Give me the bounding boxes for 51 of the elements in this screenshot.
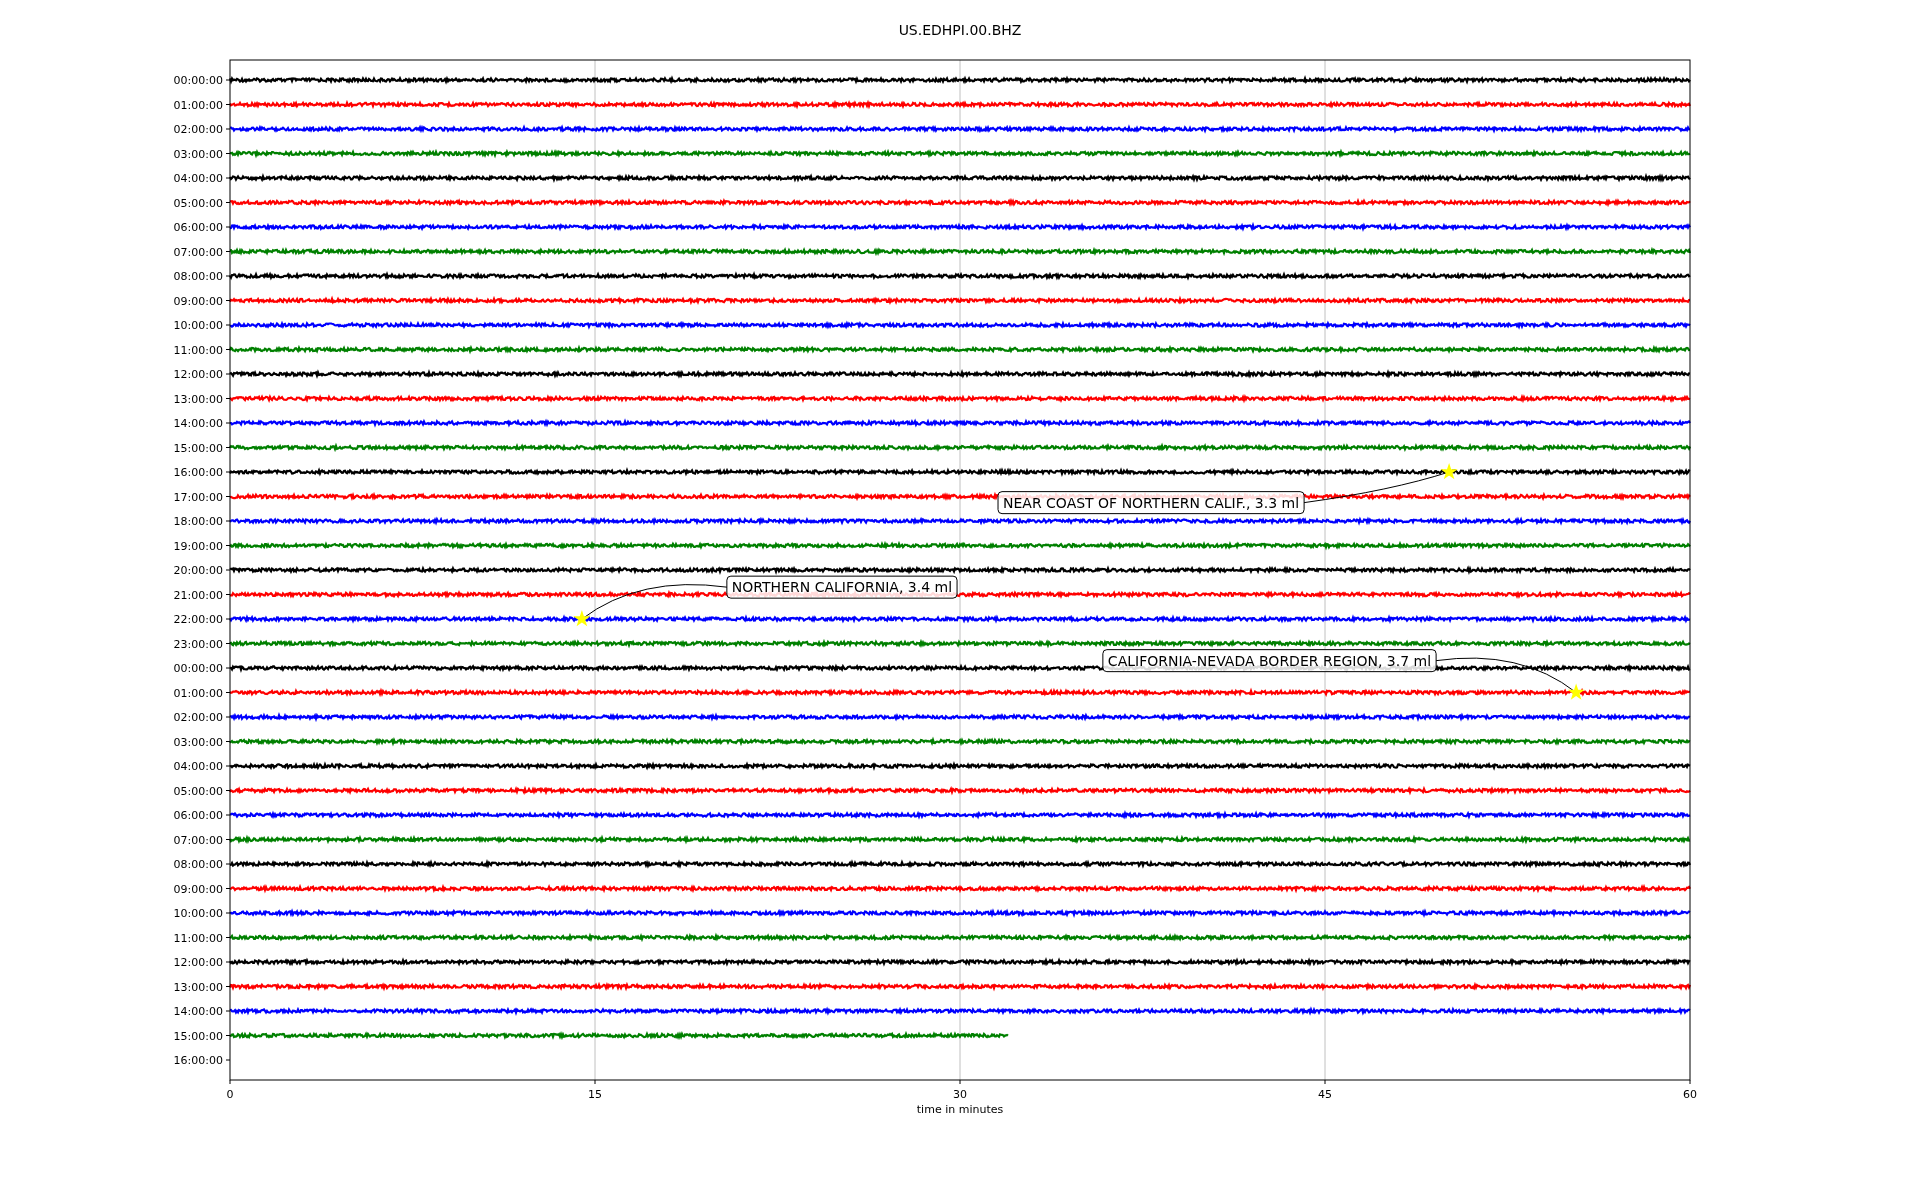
x-tick-label: 60 <box>1683 1088 1697 1101</box>
hour-label: 05:00:00 <box>173 784 223 798</box>
hour-label: 09:00:00 <box>173 294 223 308</box>
event-label: NEAR COAST OF NORTHERN CALIF., 3.3 ml <box>997 491 1305 515</box>
hour-label: 23:00:00 <box>173 637 223 651</box>
hour-label: 02:00:00 <box>173 711 223 724</box>
hour-label: 07:00:00 <box>173 245 223 259</box>
hour-label: 18:00:00 <box>173 515 223 528</box>
hour-label: 01:00:00 <box>173 686 223 700</box>
hour-label: 16:00:00 <box>173 466 223 479</box>
x-tick-label: 45 <box>1318 1088 1332 1101</box>
hour-label: 08:00:00 <box>173 270 223 283</box>
event-label: NORTHERN CALIFORNIA, 3.4 ml <box>726 575 958 599</box>
event-label: CALIFORNIA-NEVADA BORDER REGION, 3.7 ml <box>1102 649 1437 673</box>
hour-label: 16:00:00 <box>173 1054 223 1067</box>
hour-label: 01:00:00 <box>173 98 223 112</box>
hour-label: 11:00:00 <box>173 931 223 945</box>
hour-label: 09:00:00 <box>173 882 223 896</box>
hour-label: 04:00:00 <box>173 760 223 773</box>
hour-label: 03:00:00 <box>173 147 223 161</box>
hour-label: 14:00:00 <box>173 417 223 430</box>
hour-label: 00:00:00 <box>173 74 223 87</box>
hour-label: 10:00:00 <box>173 907 223 920</box>
hour-label: 05:00:00 <box>173 196 223 210</box>
hour-label: 14:00:00 <box>173 1005 223 1018</box>
hour-label: 06:00:00 <box>173 809 223 822</box>
x-tick-label: 15 <box>588 1088 602 1101</box>
x-tick-label: 0 <box>226 1088 234 1101</box>
hour-label: 17:00:00 <box>173 490 223 504</box>
hour-label: 13:00:00 <box>173 980 223 994</box>
hour-label: 21:00:00 <box>173 588 223 602</box>
hour-label: 22:00:00 <box>173 613 223 626</box>
hour-label: 19:00:00 <box>173 539 223 553</box>
hour-label: 08:00:00 <box>173 858 223 871</box>
hour-label: 15:00:00 <box>173 441 223 455</box>
hour-label: 03:00:00 <box>173 735 223 749</box>
hour-label: 20:00:00 <box>173 564 223 577</box>
hour-label: 00:00:00 <box>173 662 223 675</box>
hour-label: 12:00:00 <box>173 368 223 381</box>
hour-label: 15:00:00 <box>173 1029 223 1043</box>
x-tick-label: 30 <box>953 1088 967 1101</box>
hour-label: 13:00:00 <box>173 392 223 406</box>
hour-label: 12:00:00 <box>173 956 223 969</box>
hour-label: 11:00:00 <box>173 343 223 357</box>
hour-label: 10:00:00 <box>173 319 223 332</box>
hour-label: 06:00:00 <box>173 221 223 234</box>
chart-title: US.EDHPI.00.BHZ <box>898 22 1022 38</box>
hour-label: 04:00:00 <box>173 172 223 185</box>
x-axis-label: time in minutes <box>916 1103 1004 1116</box>
hour-label: 07:00:00 <box>173 833 223 847</box>
hour-label: 02:00:00 <box>173 123 223 136</box>
